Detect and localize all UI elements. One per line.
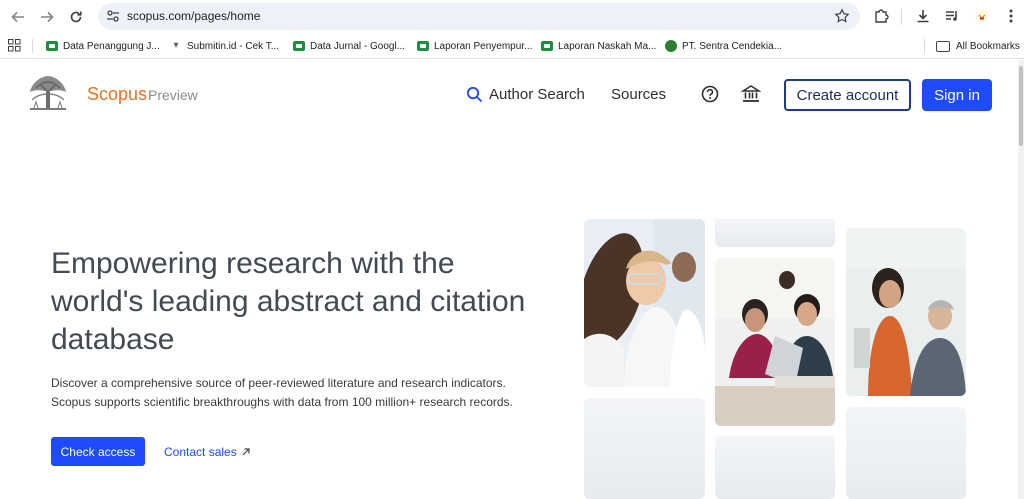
- bookmark-item[interactable]: Laporan Naskah Ma...: [541, 38, 656, 54]
- author-search-label: Author Search: [489, 86, 585, 103]
- sheets-icon: [293, 41, 305, 51]
- image-placeholder: [715, 436, 835, 499]
- bookmark-label: Submitin.id - Cek T...: [187, 40, 280, 52]
- download-icon[interactable]: [914, 7, 932, 25]
- all-bookmarks-label: All Bookmarks: [956, 40, 1020, 52]
- bookmark-item[interactable]: Data Penanggung J...: [46, 38, 160, 54]
- bookmarks-bar: Data Penanggung J... ▾ Submitin.id - Cek…: [0, 33, 1024, 59]
- hero-subtext-line: Scopus supports scientific breakthroughs…: [51, 395, 513, 409]
- contact-sales-label: Contact sales: [164, 445, 237, 459]
- bookmarks-divider: [32, 39, 33, 53]
- sentra-icon: [665, 40, 677, 52]
- sources-label: Sources: [611, 86, 667, 103]
- bookmark-label: PT. Sentra Cendekia...: [682, 40, 783, 52]
- brand-name[interactable]: Scopus: [87, 84, 147, 105]
- site-header: Scopus Preview Author Search Sources Cre…: [0, 60, 1018, 130]
- star-icon[interactable]: [834, 8, 850, 24]
- hero-headline: Empowering research with the world's lea…: [51, 247, 526, 356]
- apps-grid-icon[interactable]: [8, 39, 21, 57]
- researchers-lab-photo: [584, 219, 705, 387]
- image-placeholder: [715, 219, 835, 247]
- url-text[interactable]: scopus.com/pages/home: [127, 9, 260, 23]
- address-bar[interactable]: scopus.com/pages/home: [98, 3, 860, 30]
- help-circle-icon[interactable]: [700, 84, 720, 104]
- bookmark-item[interactable]: Data Jurnal - Googl...: [293, 38, 405, 54]
- submitin-icon: ▾: [173, 40, 179, 51]
- elsevier-tree-logo[interactable]: [26, 74, 70, 114]
- scrollbar-thumb[interactable]: [1019, 66, 1023, 146]
- institution-icon[interactable]: [740, 84, 762, 104]
- sign-in-button[interactable]: Sign in: [922, 79, 992, 111]
- bookmark-label: Data Jurnal - Googl...: [310, 40, 406, 52]
- image-placeholder: [584, 398, 705, 499]
- hero-subtext: Discover a comprehensive source of peer-…: [51, 374, 551, 412]
- search-icon: [466, 86, 483, 103]
- profile-avatar-icon[interactable]: [973, 7, 991, 25]
- sources-link[interactable]: Sources: [611, 86, 666, 103]
- bookmarks-divider: [924, 39, 925, 53]
- image-placeholder: [846, 407, 966, 499]
- kebab-icon[interactable]: [1002, 7, 1020, 25]
- reload-icon[interactable]: [65, 6, 87, 28]
- forward-icon[interactable]: [36, 6, 58, 28]
- bookmark-label: Laporan Penyempur...: [434, 40, 533, 52]
- playlist-icon[interactable]: [943, 7, 961, 25]
- students-laptop-photo: [715, 258, 835, 426]
- check-access-button[interactable]: Check access: [51, 437, 145, 466]
- brand-sub: Preview: [148, 87, 198, 103]
- hero-subtext-line: Discover a comprehensive source of peer-…: [51, 376, 506, 390]
- folder-icon: [936, 40, 950, 52]
- bookmark-label: Laporan Naskah Ma...: [558, 40, 657, 52]
- page-scrollbar[interactable]: [1018, 60, 1024, 499]
- arrow-up-right-icon: [242, 448, 250, 456]
- contact-sales-link[interactable]: Contact sales: [164, 445, 251, 459]
- back-icon[interactable]: [7, 6, 29, 28]
- colleagues-office-photo: [846, 228, 966, 396]
- create-account-button[interactable]: Create account: [784, 79, 911, 111]
- bookmark-item[interactable]: Laporan Penyempur...: [417, 38, 532, 54]
- author-search-link[interactable]: Author Search: [466, 86, 585, 103]
- puzzle-icon[interactable]: [872, 7, 890, 25]
- sheets-icon: [541, 41, 553, 51]
- bookmark-label: Data Penanggung J...: [63, 40, 160, 52]
- page-content: Scopus Preview Author Search Sources Cre…: [0, 60, 1024, 499]
- tune-icon[interactable]: [106, 9, 120, 23]
- all-bookmarks-button[interactable]: All Bookmarks: [936, 38, 1020, 54]
- toolbar-divider: [901, 9, 902, 25]
- sheets-icon: [46, 41, 58, 51]
- bookmark-item[interactable]: ▾ Submitin.id - Cek T...: [170, 38, 279, 54]
- browser-toolbar: scopus.com/pages/home: [0, 0, 1024, 33]
- sheets-icon: [417, 41, 429, 51]
- bookmark-item[interactable]: PT. Sentra Cendekia...: [665, 38, 782, 54]
